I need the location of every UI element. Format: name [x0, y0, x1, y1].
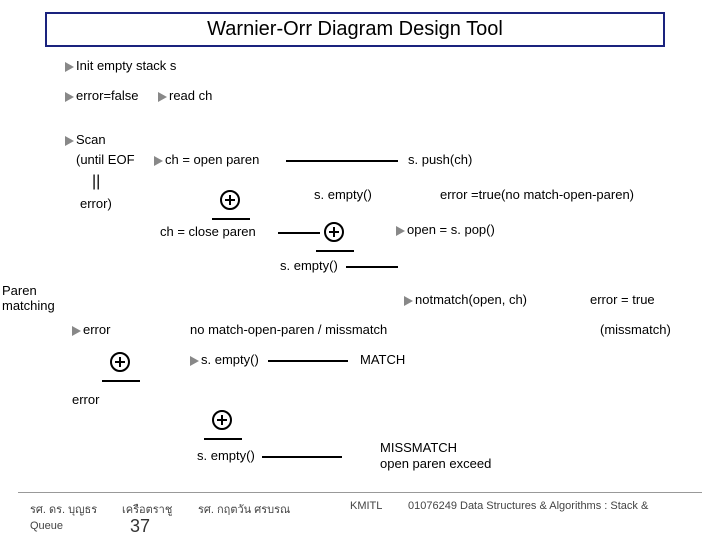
- triangle-icon: [72, 326, 81, 336]
- connector-line: [278, 232, 320, 234]
- xor-4: [212, 410, 232, 430]
- ch-open-paren: ch = open paren: [154, 152, 259, 167]
- triangle-icon: [65, 92, 74, 102]
- connector-line: [346, 266, 398, 268]
- error-branch-2: error: [72, 392, 99, 407]
- triangle-icon: [396, 226, 405, 236]
- error-true-2: error = true: [590, 292, 655, 307]
- triangle-icon: [158, 92, 167, 102]
- plus-circle-icon: [212, 410, 232, 430]
- plus-circle-icon: [110, 352, 130, 372]
- bar-3: [102, 380, 140, 382]
- footer-divider: [18, 492, 702, 493]
- xor-2: [324, 222, 344, 242]
- title-box: Warnier-Orr Diagram Design Tool: [45, 12, 665, 47]
- connector-line: [286, 160, 398, 162]
- triangle-icon: [404, 296, 413, 306]
- error-true-1: error =true(no match-open-paren): [440, 187, 634, 202]
- connector-line: [268, 360, 348, 362]
- ch-close-paren: ch = close paren: [160, 224, 256, 239]
- scan-label: Scan: [65, 132, 106, 147]
- notmatch: notmatch(open, ch): [404, 292, 527, 307]
- footer-queue: Queue: [30, 520, 63, 532]
- bar-4: [204, 438, 242, 440]
- error-false: error=false: [65, 88, 139, 103]
- read-ch: read ch: [158, 88, 212, 103]
- missmatch-2: MISSMATCH: [380, 440, 457, 455]
- root-matching: matching: [2, 298, 55, 313]
- match-label: MATCH: [360, 352, 405, 367]
- error-branch-1: error: [72, 322, 110, 337]
- xor-3: [110, 352, 130, 372]
- page-title: Warnier-Orr Diagram Design Tool: [207, 18, 503, 40]
- triangle-icon: [65, 136, 74, 146]
- bar-2: [316, 250, 354, 252]
- xor-1: [220, 190, 240, 210]
- s-empty-1: s. empty(): [314, 187, 372, 202]
- init-stack: Init empty stack s: [65, 58, 176, 73]
- plus-circle-icon: [220, 190, 240, 210]
- footer-kmitl: KMITL: [350, 500, 382, 512]
- until-eof: (until EOF: [76, 152, 135, 167]
- missmatch-label: (missmatch): [600, 322, 671, 337]
- triangle-icon: [65, 62, 74, 72]
- no-match-msg: no match-open-paren / missmatch: [190, 322, 387, 337]
- open-exceed: open paren exceed: [380, 456, 491, 471]
- root-paren: Paren: [2, 283, 37, 298]
- bar-1: [212, 218, 250, 220]
- s-empty-4: s. empty(): [197, 448, 255, 463]
- or-operator: ||: [92, 173, 100, 191]
- s-empty-2: s. empty(): [280, 258, 338, 273]
- connector-line: [262, 456, 342, 458]
- footer-author-1: รศ. ดร. บุญธร: [30, 500, 97, 518]
- footer-course: 01076249 Data Structures & Algorithms : …: [408, 500, 648, 512]
- triangle-icon: [190, 356, 199, 366]
- page-number: 37: [130, 516, 150, 537]
- error-close: error): [80, 196, 112, 211]
- s-push: s. push(ch): [408, 152, 472, 167]
- s-empty-3: s. empty(): [190, 352, 259, 367]
- plus-circle-icon: [324, 222, 344, 242]
- triangle-icon: [154, 156, 163, 166]
- open-pop: open = s. pop(): [396, 222, 495, 237]
- footer-author-3: รศ. กฤตวัน ศรบรณ: [198, 500, 290, 518]
